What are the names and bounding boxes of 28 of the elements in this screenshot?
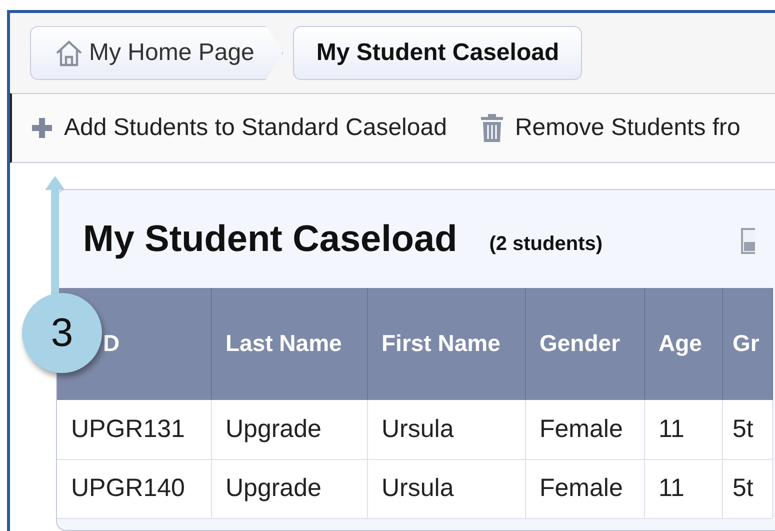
breadcrumb-tab[interactable]: My Home Page — [30, 26, 284, 80]
breadcrumb-tab[interactable]: My Student Caseload — [293, 26, 582, 80]
table-cell: Ursula — [367, 459, 525, 518]
table-cell: 5t — [722, 400, 772, 459]
toolbar-button[interactable]: Add Students to Standard Caseload — [32, 114, 447, 142]
table-cell: Female — [525, 459, 644, 518]
column-header[interactable]: Gender — [525, 288, 644, 400]
table-cell: UPGR131 — [57, 400, 211, 459]
table-cell: 5t — [722, 459, 772, 518]
card-title: My Student Caseload — [83, 218, 458, 260]
step-callout-tooltip: 3 — [22, 293, 102, 373]
trash-icon — [480, 114, 503, 142]
table-cell: Ursula — [367, 400, 525, 459]
table-cell: 11 — [644, 400, 722, 459]
column-header[interactable]: Gr — [722, 288, 772, 400]
table-cell: Upgrade — [211, 400, 367, 459]
plus-icon — [32, 118, 52, 138]
table-cell: 11 — [644, 459, 722, 518]
table-cell: Upgrade — [211, 459, 367, 518]
toolbar-button[interactable]: Remove Students fro — [480, 114, 740, 142]
student-count: (2 students) — [489, 232, 603, 256]
column-header[interactable]: Age — [644, 288, 722, 400]
table-cell: Female — [525, 400, 644, 459]
column-header[interactable]: First Name — [367, 288, 525, 400]
table-cell: UPGR140 — [57, 459, 211, 518]
house-icon — [55, 39, 83, 68]
column-header[interactable]: Last Name — [211, 288, 367, 400]
export-icon[interactable] — [741, 228, 755, 254]
